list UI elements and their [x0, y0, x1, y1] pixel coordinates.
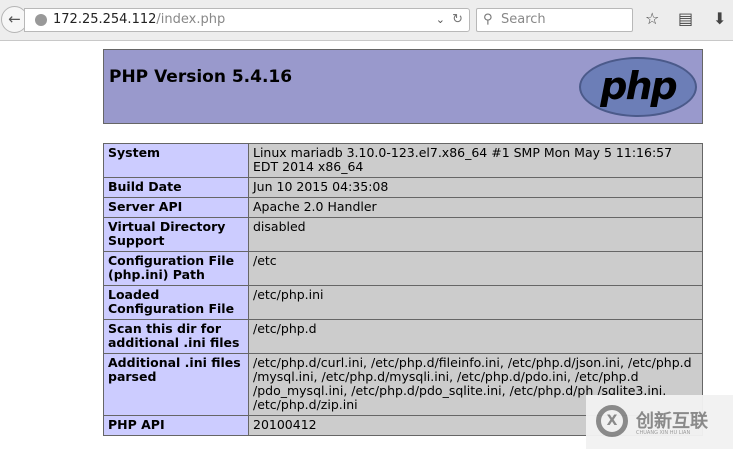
- table-row: Loaded Configuration File/etc/php.ini: [103, 285, 703, 320]
- search-icon: ⚲: [483, 12, 493, 27]
- table-row: Virtual Directory Support disabled: [103, 217, 703, 252]
- url-host: 172.25.254.112: [53, 12, 157, 27]
- watermark: X 创新互联 CHUANG XIN HU LIAN: [586, 395, 733, 449]
- row-label: Virtual Directory Support: [103, 217, 249, 252]
- search-input[interactable]: ⚲ Search: [476, 8, 633, 32]
- table-row: System Linux mariadb 3.10.0-123.el7.x86_6…: [103, 143, 703, 178]
- row-label: PHP API: [103, 415, 249, 436]
- reading-list-icon[interactable]: ▤: [678, 9, 693, 28]
- globe-icon: [35, 14, 47, 26]
- table-row: Scan this dir for additional .ini files /…: [103, 319, 703, 354]
- row-value: Linux mariadb 3.10.0-123.el7.x86_64 #1 S…: [248, 143, 703, 178]
- row-value: Apache 2.0 Handler: [248, 197, 703, 218]
- chevron-down-icon[interactable]: ⌄: [436, 9, 445, 31]
- browser-toolbar: ← 172.25.254.112/index.php ⌄ ↻ ⚲ Search …: [0, 0, 733, 41]
- row-value: /etc/php.d: [248, 319, 703, 354]
- star-icon[interactable]: ☆: [645, 9, 659, 28]
- page-title: PHP Version 5.4.16: [109, 67, 293, 87]
- php-info-table: System Linux mariadb 3.10.0-123.el7.x86_6…: [103, 143, 703, 436]
- row-value: Jun 10 2015 04:35:08: [248, 177, 703, 198]
- php-header: PHP Version 5.4.16 php: [103, 49, 703, 124]
- table-row: Server API Apache 2.0 Handler: [103, 197, 703, 218]
- row-label: Build Date: [103, 177, 249, 198]
- url-path: /index.php: [156, 12, 226, 27]
- row-label: System: [103, 143, 249, 178]
- watermark-sub: CHUANG XIN HU LIAN: [636, 430, 691, 436]
- watermark-logo-icon: X: [596, 405, 628, 437]
- row-label: Additional .ini files parsed: [103, 353, 249, 416]
- row-value: /etc/php.ini: [248, 285, 703, 320]
- download-icon[interactable]: ⬇: [713, 9, 726, 28]
- reload-icon[interactable]: ↻: [452, 9, 463, 31]
- row-label: Scan this dir for additional .ini files: [103, 319, 249, 354]
- table-row: Configuration File (php.ini) Path/etc: [103, 251, 703, 286]
- row-label: Configuration File (php.ini) Path: [103, 251, 249, 286]
- url-bar[interactable]: 172.25.254.112/index.php ⌄ ↻: [24, 8, 470, 32]
- row-value: disabled: [248, 217, 703, 252]
- table-row: Build Date Jun 10 2015 04:35:08: [103, 177, 703, 198]
- search-placeholder: Search: [501, 12, 546, 27]
- php-logo: php: [579, 57, 697, 117]
- row-label: Server API: [103, 197, 249, 218]
- row-label: Loaded Configuration File: [103, 285, 249, 320]
- row-value: /etc: [248, 251, 703, 286]
